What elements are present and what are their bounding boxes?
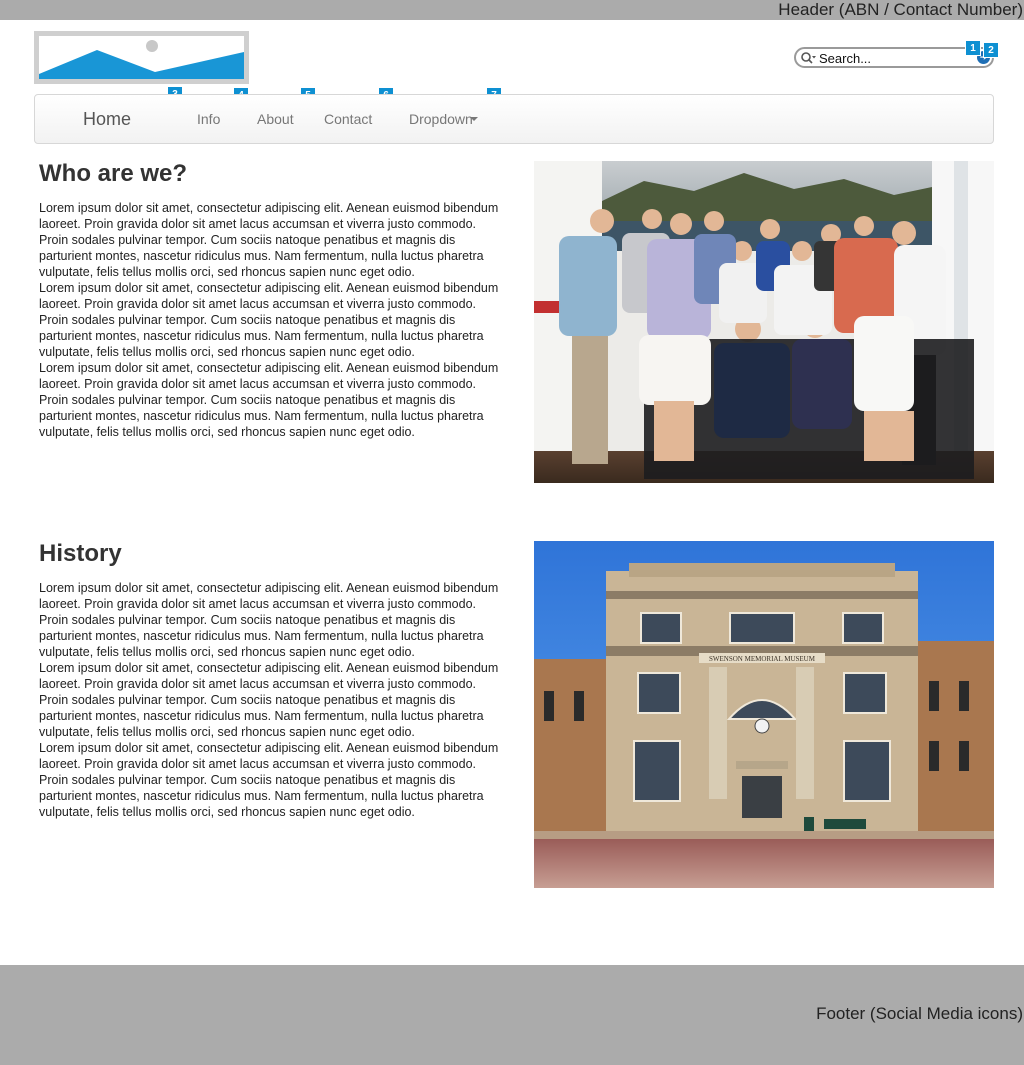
search-icon (800, 51, 816, 65)
search-box[interactable]: ➔ (794, 47, 994, 68)
annotation-marker-2: 2 (983, 42, 999, 58)
nav-contact[interactable]: Contact (324, 95, 372, 143)
site-logo[interactable] (34, 31, 249, 84)
caret-down-icon (469, 117, 478, 122)
museum-building-photo: SWENSON MEMORIAL MUSEUM (534, 541, 994, 888)
section-title-who-are-we: Who are we? (39, 160, 188, 187)
section-body-who-are-we: Lorem ipsum dolor sit amet, consectetur … (39, 200, 499, 440)
section-title-history: History (39, 540, 122, 567)
paragraph: Lorem ipsum dolor sit amet, consectetur … (39, 741, 499, 819)
footer-bar: Footer (Social Media icons) (0, 965, 1024, 1065)
section-body-history: Lorem ipsum dolor sit amet, consectetur … (39, 580, 499, 820)
footer-social-text: Footer (Social Media icons) (816, 1004, 1023, 1023)
search-input[interactable] (819, 50, 969, 66)
main-navbar: Home Info About Contact Dropdown (34, 94, 994, 144)
nav-dropdown[interactable]: Dropdown (409, 95, 478, 143)
paragraph: Lorem ipsum dolor sit amet, consectetur … (39, 361, 499, 439)
paragraph: Lorem ipsum dolor sit amet, consectetur … (39, 281, 499, 359)
paragraph: Lorem ipsum dolor sit amet, consectetur … (39, 661, 499, 739)
header-abn-contact-text: Header (ABN / Contact Number) (778, 0, 1023, 19)
annotation-marker-1: 1 (965, 40, 981, 56)
team-photo (534, 161, 994, 483)
nav-dropdown-label: Dropdown (409, 111, 473, 127)
nav-about[interactable]: About (257, 95, 294, 143)
top-header-bar: Header (ABN / Contact Number) (0, 0, 1024, 20)
paragraph: Lorem ipsum dolor sit amet, consectetur … (39, 201, 499, 279)
nav-info[interactable]: Info (197, 95, 220, 143)
logo-placeholder-icon (39, 36, 244, 79)
museum-sign-text: SWENSON MEMORIAL MUSEUM (709, 655, 816, 663)
paragraph: Lorem ipsum dolor sit amet, consectetur … (39, 581, 499, 659)
nav-home[interactable]: Home (83, 95, 131, 143)
